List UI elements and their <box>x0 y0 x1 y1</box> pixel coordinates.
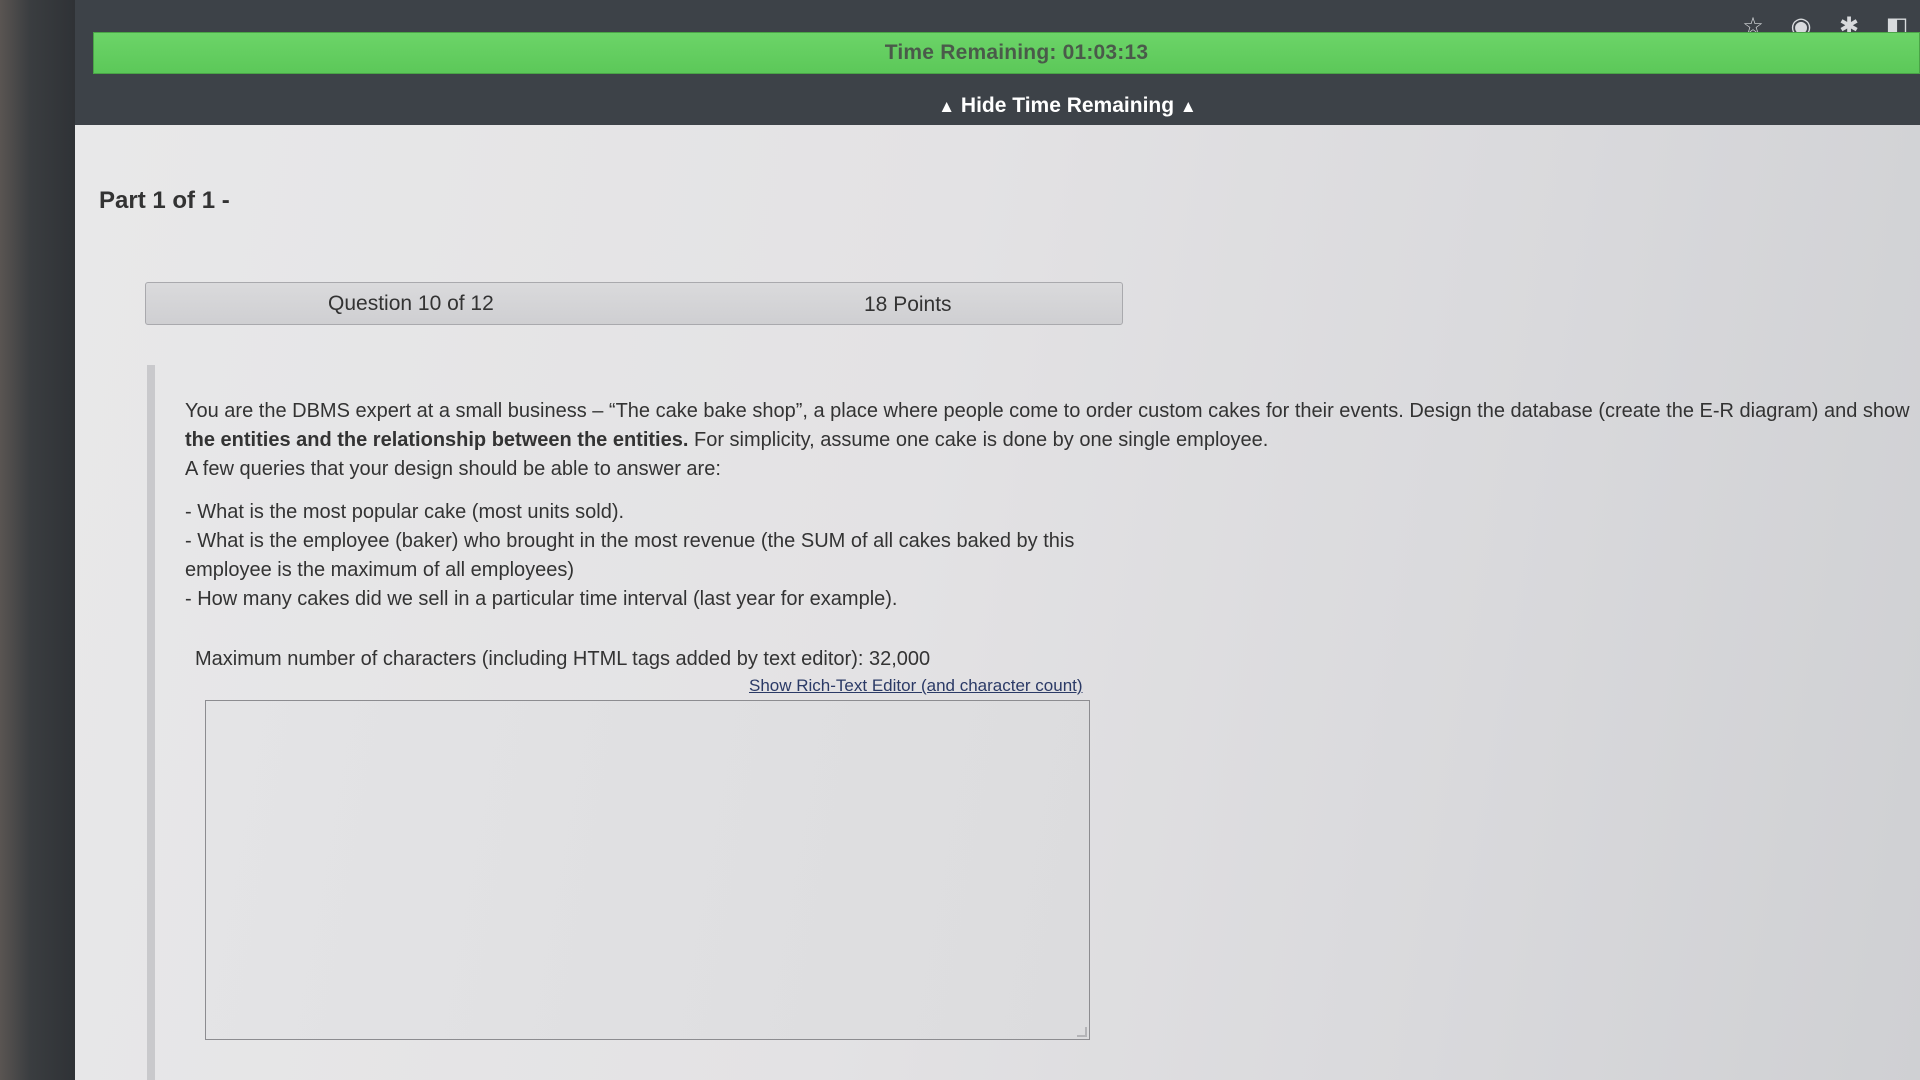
part-title: Part 1 of 1 - <box>99 187 230 214</box>
queries-intro: A few queries that your design should be… <box>185 458 721 480</box>
query-item: - What is the most popular cake (most un… <box>185 501 625 523</box>
max-characters-label: Maximum number of characters (including … <box>195 648 931 670</box>
query-item: - How many cakes did we sell in a partic… <box>185 588 898 610</box>
resize-handle-icon[interactable] <box>1077 1027 1087 1037</box>
question-text: You are the DBMS expert at a small busin… <box>185 397 1920 614</box>
hide-time-remaining-label: Hide Time Remaining <box>960 94 1175 117</box>
show-rich-text-editor-link[interactable]: Show Rich-Text Editor (and character cou… <box>749 676 1083 696</box>
question-intro-bold: the entities and the relationship betwee… <box>185 429 689 451</box>
hide-time-remaining-toggle[interactable]: ▲ Hide Time Remaining ▲ <box>0 94 1920 118</box>
triangle-up-icon: ▲ <box>1179 97 1197 116</box>
question-number: Question 10 of 12 <box>328 292 494 315</box>
question-points: 18 Points <box>864 293 952 316</box>
query-item: - What is the employee (baker) who broug… <box>185 530 1075 552</box>
query-item: employee is the maximum of all employees… <box>185 559 575 581</box>
exam-page: Part 1 of 1 - Question 10 of 12 18 Point… <box>75 125 1920 1080</box>
time-remaining-bar: Time Remaining: 01:03:13 <box>93 32 1920 74</box>
question-intro-tail: For simplicity, assume one cake is done … <box>688 429 1269 451</box>
answer-textarea[interactable] <box>205 700 1090 1040</box>
question-intro: You are the DBMS expert at a small busin… <box>185 397 1920 455</box>
time-remaining-text: Time Remaining: 01:03:13 <box>884 41 1149 64</box>
screen-bezel <box>0 0 75 1080</box>
question-header: Question 10 of 12 18 Points <box>145 282 1123 325</box>
triangle-up-icon: ▲ <box>938 97 956 116</box>
question-intro-line: You are the DBMS expert at a small busin… <box>185 400 1910 422</box>
question-body: You are the DBMS expert at a small busin… <box>147 365 1920 1080</box>
